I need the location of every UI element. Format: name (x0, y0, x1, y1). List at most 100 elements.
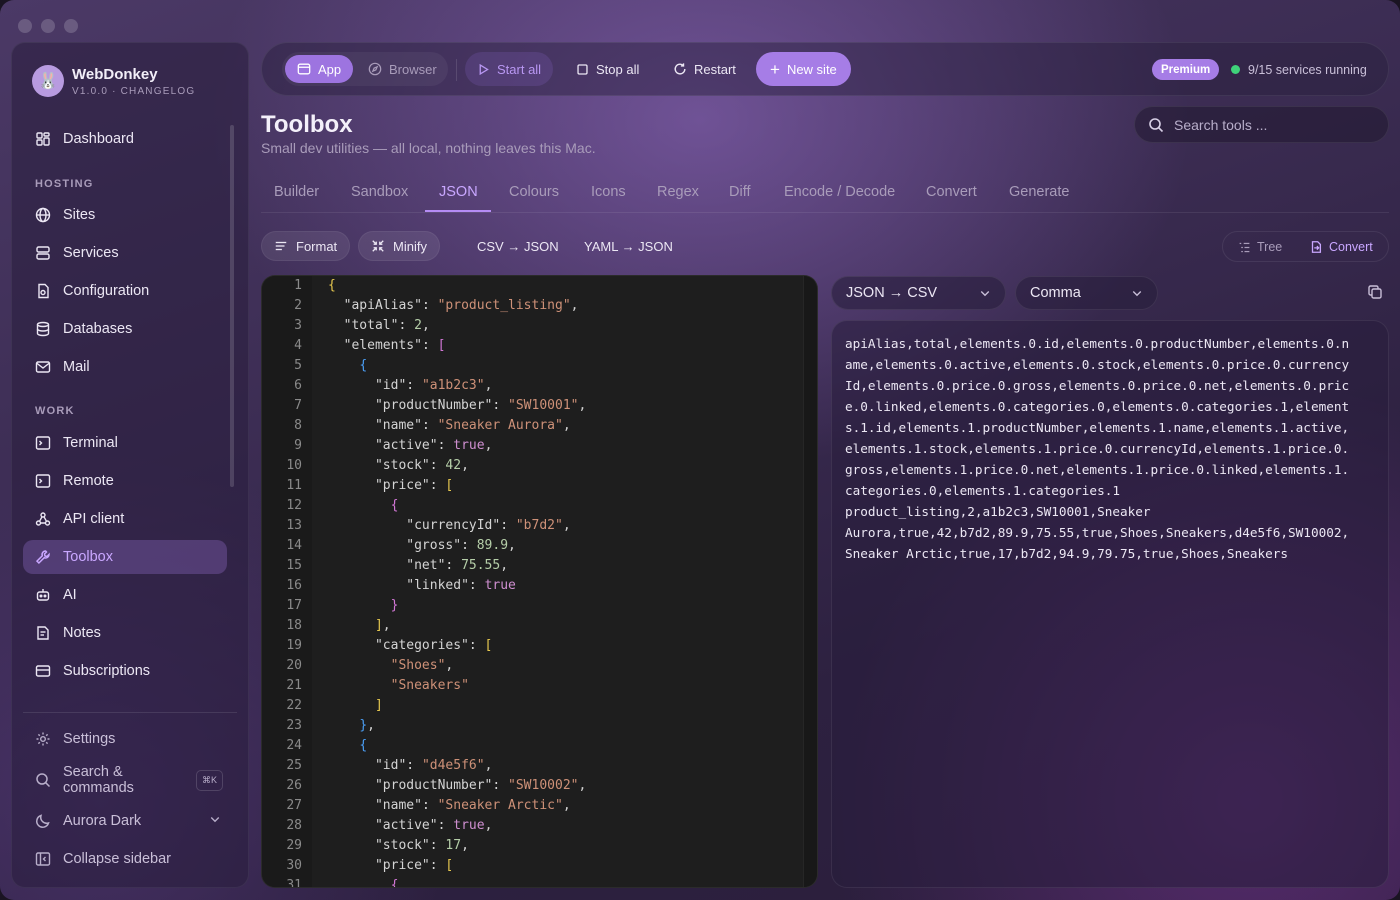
code-line: 2 "apiAlias": "product_listing", (262, 296, 817, 316)
zoom-window-button[interactable] (64, 19, 78, 33)
sidebar-item-subscriptions[interactable]: Subscriptions (23, 654, 227, 688)
search-tools[interactable] (1134, 106, 1389, 143)
output-line: Aurora,true,42,b7d2,89.9,75.55,true,Shoe… (845, 525, 1350, 540)
new-site-button[interactable]: + New site (756, 52, 851, 86)
app-version[interactable]: V1.0.0 · CHANGELOG (72, 86, 195, 97)
line-number: 12 (286, 498, 302, 513)
top-toolbar: App Browser Start all Stop all Restart +… (261, 42, 1389, 96)
code-line: 4 "elements": [ (262, 336, 817, 356)
csv-output[interactable]: apiAlias,total,elements.0.id,elements.0.… (831, 320, 1389, 888)
sidebar-item-notes[interactable]: Notes (23, 616, 227, 650)
code-line: 10 "stock": 42, (262, 456, 817, 476)
tree-icon (1239, 242, 1250, 252)
csv-to-json-button[interactable]: CSV → JSON (465, 231, 571, 261)
stop-all-button[interactable]: Stop all (564, 52, 651, 86)
code-text: } (390, 598, 399, 613)
conversion-mode-select[interactable]: JSON → CSV (831, 276, 1006, 310)
sidebar-item-services[interactable]: Services (23, 236, 227, 270)
tab-diff[interactable]: Diff (729, 184, 751, 200)
line-number: 19 (286, 638, 302, 653)
play-icon (479, 63, 489, 75)
premium-badge[interactable]: Premium (1152, 59, 1220, 80)
sidebar-item-search-commands[interactable]: Search & commands ⌘K (23, 763, 227, 797)
json-editor[interactable]: 1 {2 "apiAlias": "product_listing", 3 "tot… (261, 275, 818, 888)
restart-button[interactable]: Restart (661, 52, 748, 86)
database-icon (35, 321, 51, 337)
sidebar-item-label: Sites (63, 207, 96, 223)
code-line: 18 ], (262, 616, 817, 636)
sidebar-item-sites[interactable]: Sites (23, 198, 227, 232)
tab-colours[interactable]: Colours (509, 184, 559, 200)
tab-regex[interactable]: Regex (657, 184, 699, 200)
tab-encode-decode[interactable]: Encode / Decode (784, 184, 895, 200)
sidebar-item-terminal[interactable]: Terminal (23, 426, 227, 460)
tab-sandbox[interactable]: Sandbox (351, 184, 408, 200)
minify-label: Minify (393, 238, 427, 254)
output-line: categories.0,elements.1.categories.1 (845, 483, 1120, 498)
window-icon (297, 63, 311, 75)
code-line: 30 "price": [ (262, 856, 817, 876)
sidebar-item-label: Configuration (63, 283, 150, 299)
line-number: 1 (294, 278, 302, 293)
start-all-button[interactable]: Start all (465, 52, 554, 86)
sidebar-divider (23, 712, 237, 713)
line-number: 2 (294, 298, 302, 313)
line-number: 20 (286, 658, 302, 673)
sidebar-item-databases[interactable]: Databases (23, 312, 227, 346)
brand[interactable]: 🐰 WebDonkey V1.0.0 · CHANGELOG (32, 65, 195, 97)
app-window: 🐰 WebDonkey V1.0.0 · CHANGELOG Dashboard… (0, 0, 1400, 900)
sidebar-item-mail[interactable]: Mail (23, 350, 227, 384)
yaml-to-json-button[interactable]: YAML → JSON (572, 231, 685, 261)
browser-mode-label: Browser (389, 61, 437, 77)
tree-view-button[interactable]: Tree (1238, 237, 1282, 257)
sidebar-scrollbar[interactable] (230, 125, 234, 487)
code-text: "id": "d4e5f6", (374, 758, 493, 773)
code-text: "active": true, (374, 818, 493, 833)
notes-icon (35, 625, 51, 641)
tab-generate[interactable]: Generate (1009, 184, 1069, 200)
code-line: 20 "Shoes", (262, 656, 817, 676)
code-text: "linked": true (406, 578, 516, 593)
tab-convert[interactable]: Convert (926, 184, 977, 200)
conversion-mode-value: JSON → CSV (846, 285, 938, 301)
sidebar-item-ai[interactable]: AI (23, 578, 227, 612)
sidebar-item-remote[interactable]: Remote (23, 464, 227, 498)
delimiter-select[interactable]: Comma (1015, 276, 1158, 310)
line-number: 4 (294, 338, 302, 353)
gear-icon (35, 731, 51, 747)
sidebar-item-label: Notes (63, 625, 101, 641)
sidebar-item-dashboard[interactable]: Dashboard (23, 122, 227, 156)
app-mode-button[interactable]: App (285, 55, 354, 83)
webhook-icon (35, 511, 51, 527)
code-text: "categories": [ (374, 638, 493, 653)
chevron-down-icon (980, 291, 990, 297)
minimize-window-button[interactable] (41, 19, 55, 33)
sidebar-item-toolbox[interactable]: Toolbox (23, 540, 227, 574)
copy-icon[interactable] (1367, 284, 1383, 300)
search-tools-input[interactable] (1174, 116, 1364, 133)
tab-builder[interactable]: Builder (274, 184, 319, 200)
code-line: 3 "total": 2, (262, 316, 817, 336)
code-text: "Sneakers" (390, 678, 469, 693)
tab-icons[interactable]: Icons (591, 184, 626, 200)
close-window-button[interactable] (18, 19, 32, 33)
minify-button[interactable]: Minify (358, 231, 440, 261)
sidebar-item-configuration[interactable]: Configuration (23, 274, 227, 308)
sidebar-item-api-client[interactable]: API client (23, 502, 227, 536)
convert-icon (1311, 241, 1322, 253)
donkey-logo-icon: 🐰 (32, 65, 64, 97)
browser-mode-button[interactable]: Browser (356, 52, 449, 86)
code-text: "id": "a1b2c3", (374, 378, 493, 393)
sidebar-item-settings[interactable]: Settings (23, 722, 227, 756)
convert-view-button[interactable]: Convert (1309, 237, 1373, 257)
tab-json[interactable]: JSON (439, 184, 478, 200)
code-line: 24 { (262, 736, 817, 756)
code-text: { (390, 498, 399, 513)
sidebar-item-label: Databases (63, 321, 133, 337)
sidebar-item-collapse-sidebar[interactable]: Collapse sidebar (23, 842, 227, 876)
sidebar-item-aurora-dark[interactable]: Aurora Dark (23, 804, 227, 838)
chevron-down-icon (1132, 291, 1142, 297)
format-button[interactable]: Format (261, 231, 351, 261)
services-status[interactable]: 9/15 services running (1231, 59, 1367, 80)
delimiter-value: Comma (1030, 285, 1081, 301)
